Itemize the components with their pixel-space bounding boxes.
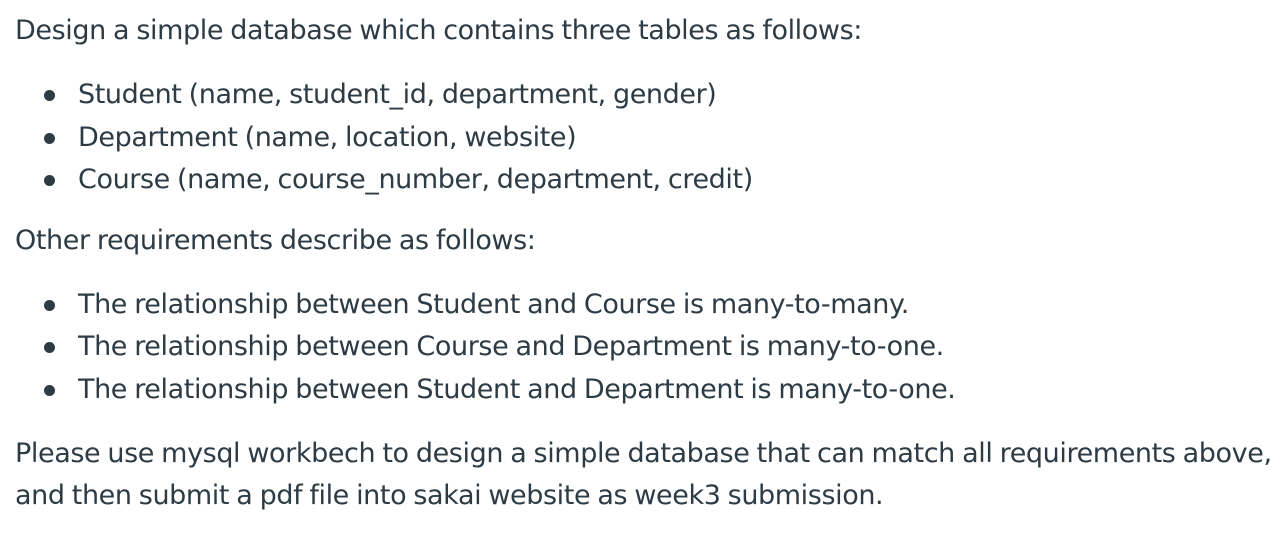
- list-item-requirement-2: The relationship between Course and Depa…: [15, 326, 1281, 369]
- list-item-requirement-1: The relationship between Student and Cou…: [15, 284, 1281, 327]
- closing-paragraph-line-1: Please use mysql workbech to design a si…: [15, 438, 1272, 469]
- closing-paragraph-line-2: and then submit a pdf file into sakai we…: [15, 480, 884, 511]
- assignment-document: Design a simple database which contains …: [0, 0, 1281, 517]
- list-item-course-table: Course (name, course_number, department,…: [15, 159, 1281, 202]
- intro-paragraph: Design a simple database which contains …: [15, 15, 862, 46]
- requirements-intro: Other requirements describe as follows:: [15, 224, 536, 256]
- requirements-list: The relationship between Student and Cou…: [15, 284, 1281, 412]
- list-item-department-table: Department (name, location, website): [15, 117, 1281, 160]
- list-item-requirement-3: The relationship between Student and Dep…: [15, 369, 1281, 412]
- tables-list: Student (name, student_id, department, g…: [15, 74, 1281, 202]
- list-item-student-table: Student (name, student_id, department, g…: [15, 74, 1281, 117]
